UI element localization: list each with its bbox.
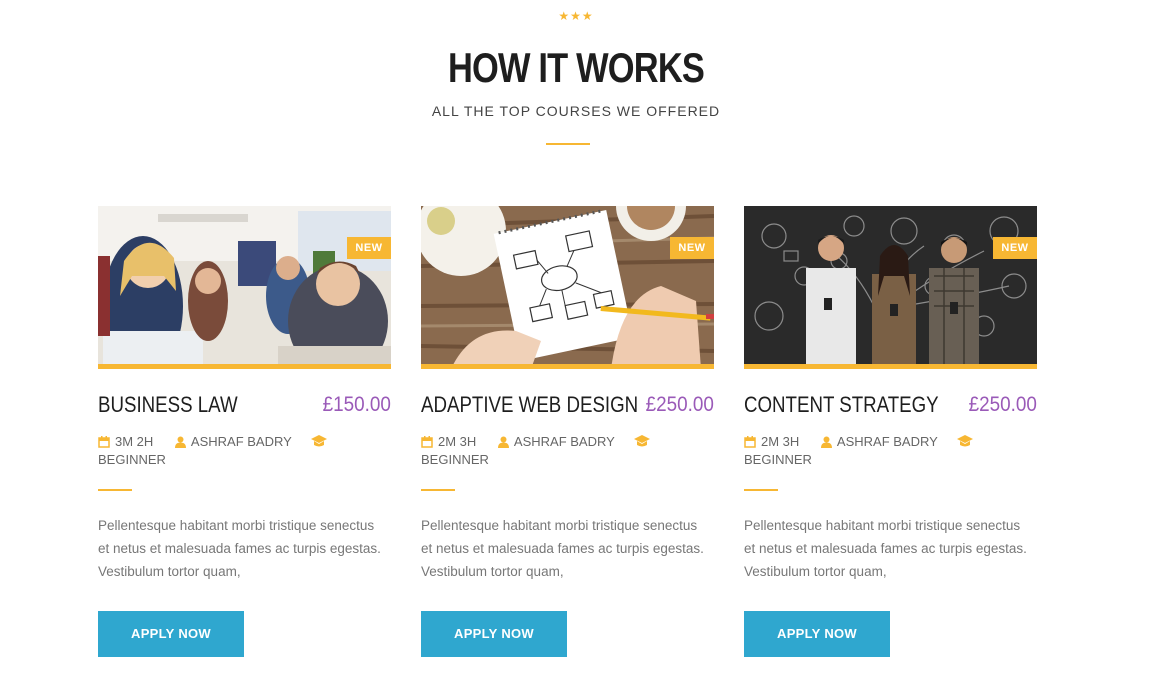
duration: 2M 3H bbox=[744, 433, 799, 451]
new-badge: NEW bbox=[670, 237, 714, 259]
card-divider bbox=[98, 489, 132, 491]
sketching-wireframe-photo bbox=[421, 206, 714, 364]
calendar-icon bbox=[98, 436, 110, 448]
card-divider bbox=[421, 489, 455, 491]
course-image[interactable]: NEW bbox=[421, 206, 714, 369]
instructor[interactable]: ASHRAF BADRY bbox=[820, 433, 938, 451]
duration: 3M 2H bbox=[98, 433, 153, 451]
course-price: £250.00 bbox=[645, 393, 714, 416]
section-title: HOW IT WORKS bbox=[447, 44, 705, 91]
course-price: £250.00 bbox=[968, 393, 1037, 416]
apply-now-button[interactable]: APPLY NOW bbox=[744, 611, 890, 657]
new-badge: NEW bbox=[347, 237, 391, 259]
rating-stars-icon: ★★★ bbox=[558, 9, 594, 23]
course-title[interactable]: CONTENT STRATEGY bbox=[744, 392, 939, 418]
course-image[interactable]: NEW bbox=[744, 206, 1037, 369]
instructor-name: ASHRAF BADRY bbox=[513, 434, 615, 449]
course-level: BEGINNER bbox=[421, 452, 489, 467]
calendar-icon bbox=[421, 436, 433, 448]
course-meta: 2M 3H ASHRAF BADRY bbox=[421, 433, 714, 453]
apply-now-button[interactable]: APPLY NOW bbox=[98, 611, 244, 657]
instructor[interactable]: ASHRAF BADRY bbox=[174, 433, 292, 451]
user-icon bbox=[174, 436, 186, 448]
card-divider bbox=[744, 489, 778, 491]
user-icon bbox=[820, 436, 832, 448]
duration-text: 2M 3H bbox=[438, 434, 477, 449]
instructor-name: ASHRAF BADRY bbox=[836, 434, 938, 449]
user-icon bbox=[497, 436, 509, 448]
course-price: £150.00 bbox=[322, 393, 391, 416]
course-card-business-law: NEW BUSINESS LAW £150.00 3M 2H ASHRAF BA… bbox=[98, 206, 391, 658]
duration-text: 3M 2H bbox=[115, 434, 154, 449]
course-image[interactable]: NEW bbox=[98, 206, 391, 369]
course-level: BEGINNER bbox=[744, 452, 812, 467]
title-divider bbox=[546, 143, 590, 145]
graduation-cap-icon bbox=[957, 435, 973, 447]
instructor-name: ASHRAF BADRY bbox=[190, 434, 292, 449]
course-description: Pellentesque habitant morbi tristique se… bbox=[421, 518, 704, 579]
duration: 2M 3H bbox=[421, 433, 476, 451]
course-meta: 2M 3H ASHRAF BADRY bbox=[744, 433, 1037, 453]
course-level: BEGINNER bbox=[98, 452, 166, 467]
calendar-icon bbox=[744, 436, 756, 448]
apply-now-button[interactable]: APPLY NOW bbox=[421, 611, 567, 657]
graduation-cap-icon bbox=[311, 435, 327, 447]
instructor[interactable]: ASHRAF BADRY bbox=[497, 433, 615, 451]
new-badge: NEW bbox=[993, 237, 1037, 259]
course-meta: 3M 2H ASHRAF BADRY bbox=[98, 433, 391, 453]
students-in-classroom-photo bbox=[98, 206, 391, 364]
course-card-adaptive-web-design: NEW ADAPTIVE WEB DESIGN £250.00 2M 3H AS… bbox=[421, 206, 714, 658]
course-description: Pellentesque habitant morbi tristique se… bbox=[98, 518, 381, 579]
course-title[interactable]: BUSINESS LAW bbox=[98, 392, 238, 418]
course-card-content-strategy: NEW CONTENT STRATEGY £250.00 2M 3H ASHRA… bbox=[744, 206, 1037, 658]
duration-text: 2M 3H bbox=[761, 434, 800, 449]
people-with-phones-chalkboard-photo bbox=[744, 206, 1037, 364]
graduation-cap-icon bbox=[634, 435, 650, 447]
course-title[interactable]: ADAPTIVE WEB DESIGN bbox=[421, 392, 638, 418]
section-subtitle: ALL THE TOP COURSES WE OFFERED bbox=[431, 103, 721, 119]
course-description: Pellentesque habitant morbi tristique se… bbox=[744, 518, 1027, 579]
